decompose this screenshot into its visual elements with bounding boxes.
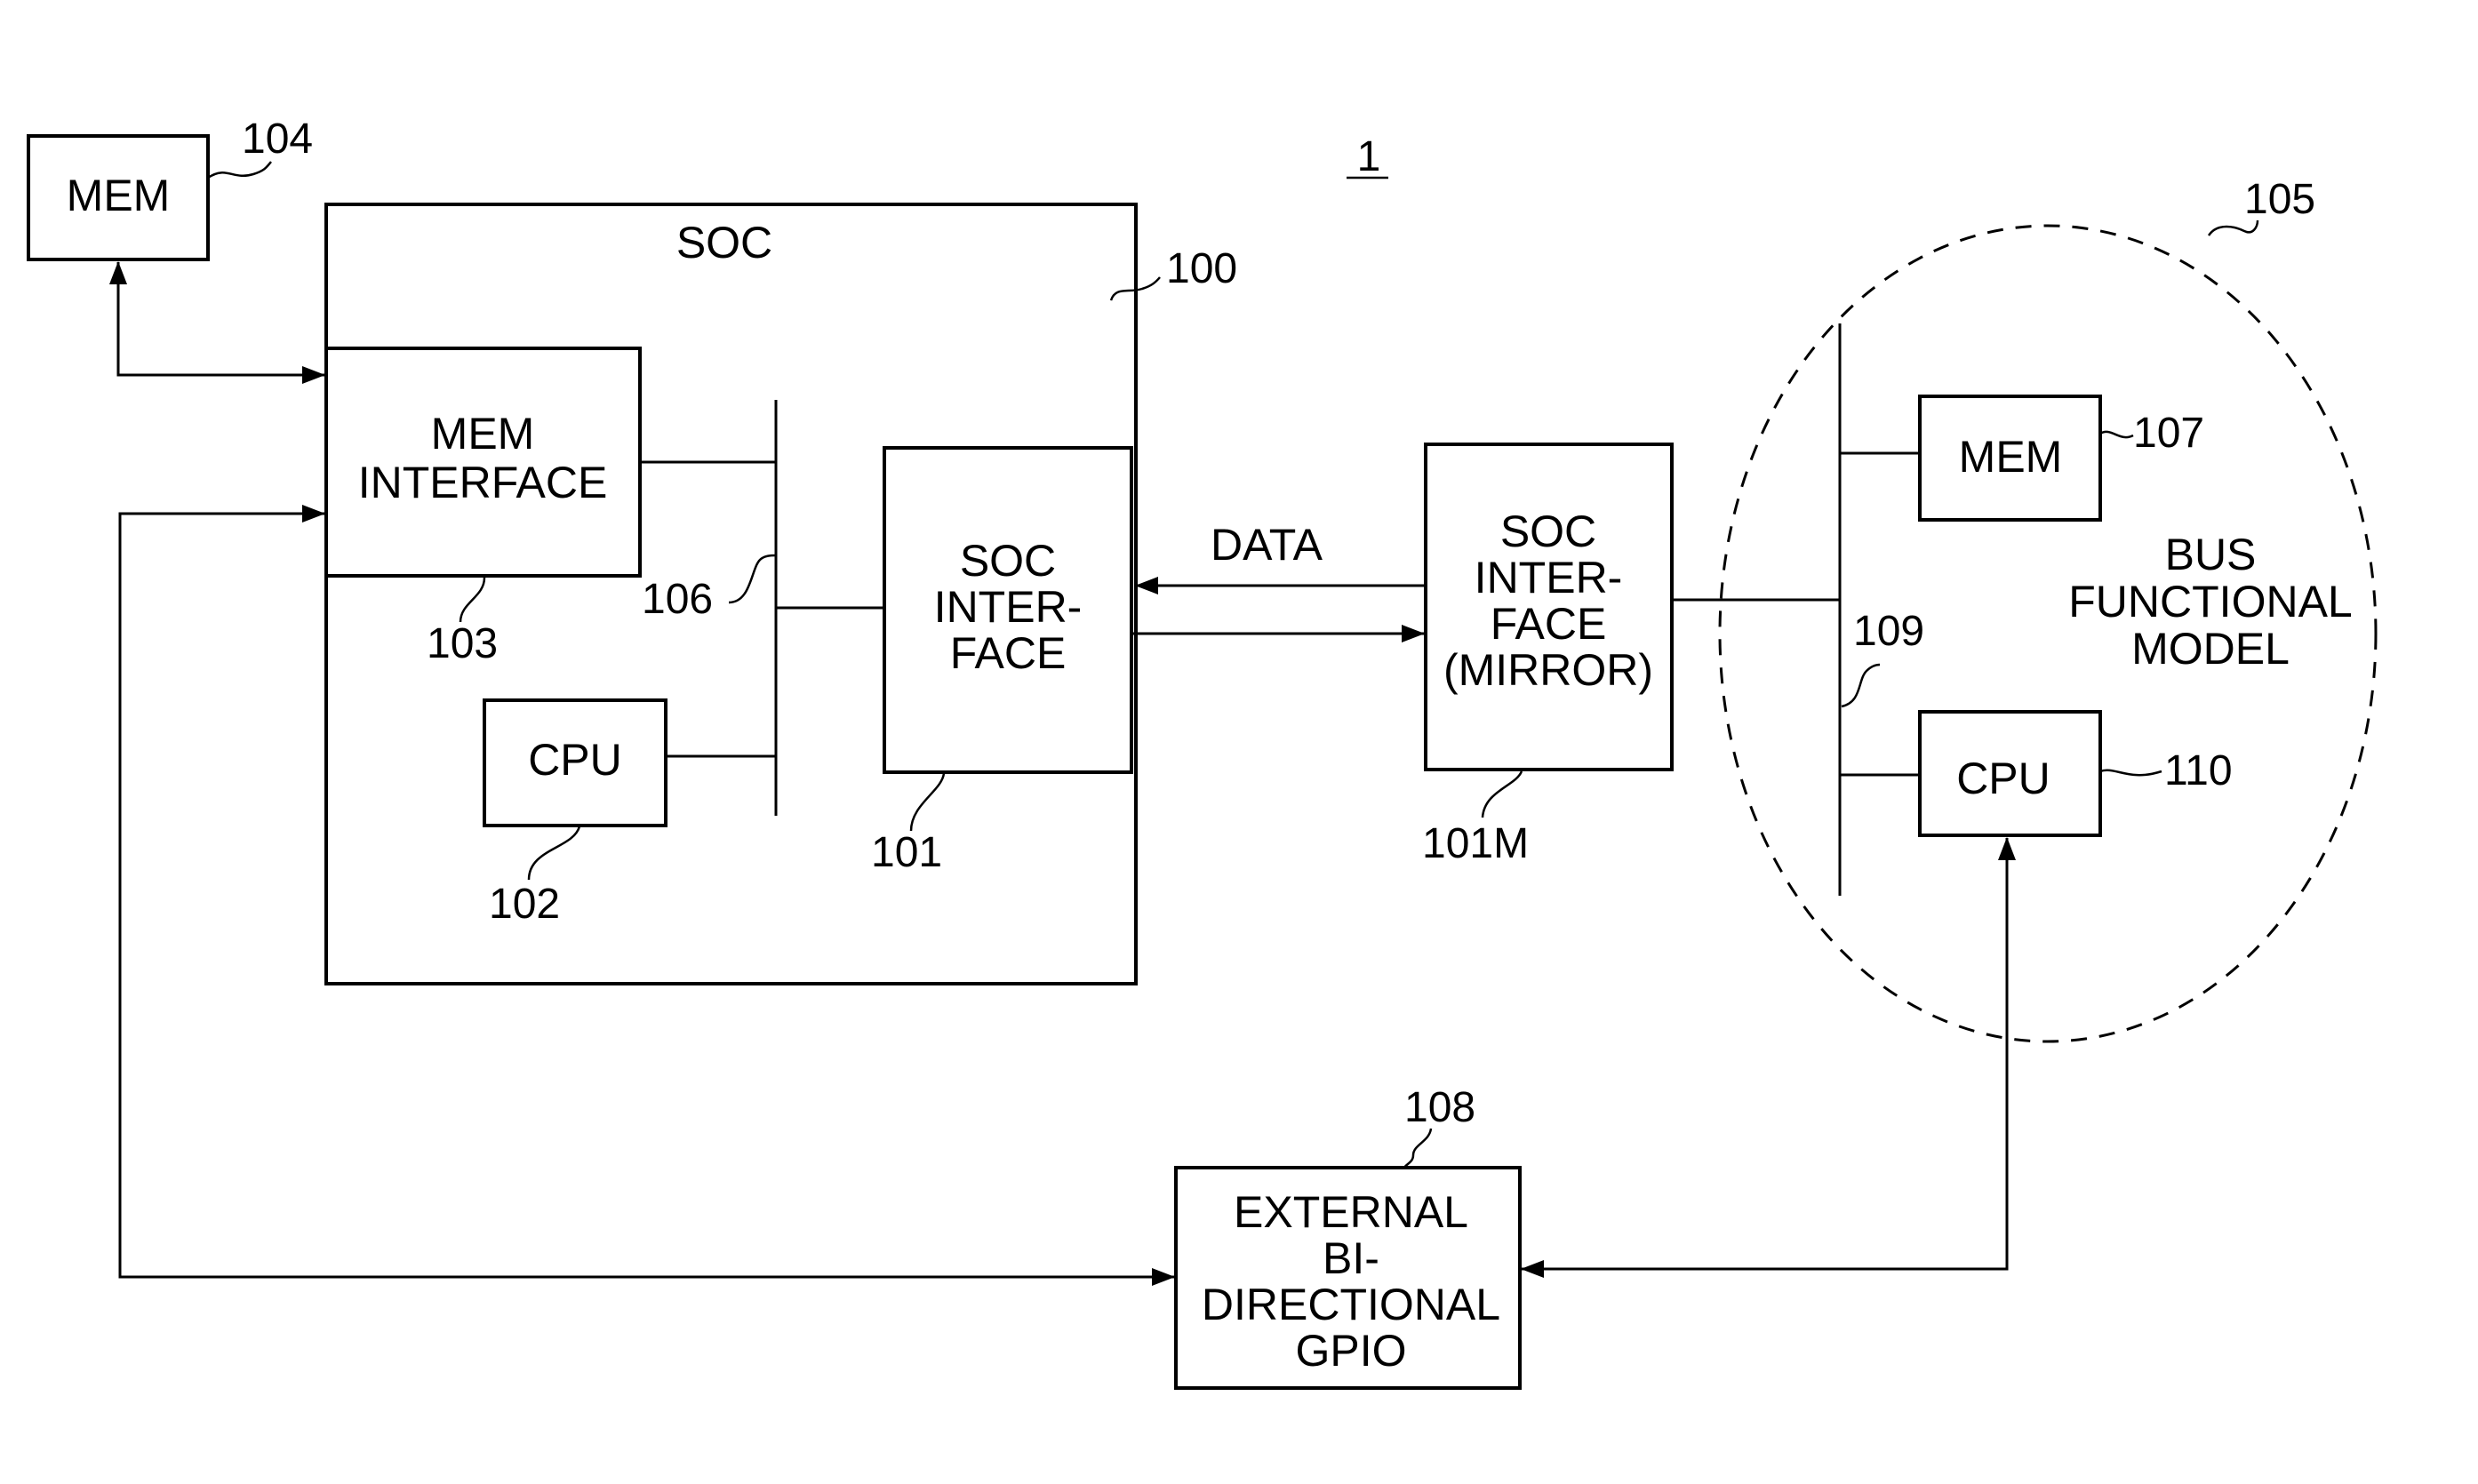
external-mem-label: MEM xyxy=(67,171,171,220)
figure-number: 1 xyxy=(1357,133,1381,180)
bfm-label-2: FUNCTIONAL xyxy=(2068,577,2352,626)
external-mem-block: MEM xyxy=(27,134,210,261)
gpio-label-1: EXTERNAL xyxy=(1234,1187,1468,1237)
ref-106: 106 xyxy=(642,576,713,623)
block-diagram: 1 MEM 104 SOC 100 MEM INTERFACE 103 CPU … xyxy=(27,116,2378,1390)
leader-101m xyxy=(1481,770,1523,818)
leader-107 xyxy=(2099,430,2134,439)
data-label: DATA xyxy=(1211,520,1323,570)
leader-108 xyxy=(1403,1128,1433,1169)
soc-cpu-block: CPU xyxy=(483,698,667,827)
ref-101: 101 xyxy=(871,829,942,876)
ref-107: 107 xyxy=(2133,410,2204,457)
leader-104 xyxy=(207,161,272,180)
bfm-label-3: MODEL xyxy=(2131,624,2290,674)
mem-to-mem-interface-arrow xyxy=(116,262,325,384)
gpio-label-3: DIRECTIONAL xyxy=(1202,1280,1500,1329)
ref-104: 104 xyxy=(242,116,313,163)
mirror-label-4: (MIRROR) xyxy=(1443,645,1653,695)
bfm-label-1: BUS xyxy=(2165,530,2257,579)
soc-label: SOC xyxy=(676,218,772,267)
ref-103: 103 xyxy=(427,620,498,667)
mem-interface-label-2: INTERFACE xyxy=(358,458,608,507)
leader-110 xyxy=(2099,769,2162,777)
mirror-label-3: FACE xyxy=(1491,599,1607,649)
ref-102: 102 xyxy=(489,881,560,928)
gpio-label-2: BI- xyxy=(1323,1233,1379,1283)
ref-100: 100 xyxy=(1166,245,1237,292)
ref-101m: 101M xyxy=(1422,820,1529,867)
mirror-label-2: INTER- xyxy=(1475,553,1623,602)
bfm-cpu-block: CPU xyxy=(1918,710,2102,837)
gpio-to-bfm-cpu-arrow xyxy=(1522,837,2016,1271)
mirror-label-1: SOC xyxy=(1500,507,1596,556)
gpio-block: EXTERNAL BI- DIRECTIONAL GPIO xyxy=(1174,1166,1522,1390)
ref-108: 108 xyxy=(1404,1084,1475,1131)
soc-cpu-label: CPU xyxy=(528,735,622,785)
bfm-mem-block: MEM xyxy=(1918,395,2102,522)
mem-interface-label-1: MEM xyxy=(431,409,535,459)
leader-109 xyxy=(1841,663,1881,708)
soc-interface-block: SOC INTER- FACE xyxy=(883,446,1133,774)
soc-interface-label-3: FACE xyxy=(950,628,1067,678)
ref-109: 109 xyxy=(1853,608,1924,655)
soc-interface-mirror-block: SOC INTER- FACE (MIRROR) xyxy=(1424,443,1674,771)
bfm-cpu-label: CPU xyxy=(1956,754,2050,803)
gpio-label-4: GPIO xyxy=(1295,1326,1406,1376)
soc-interface-label-2: INTER- xyxy=(934,582,1083,632)
ref-110: 110 xyxy=(2164,747,2233,794)
ref-105: 105 xyxy=(2244,176,2315,223)
mem-interface-block: MEM INTERFACE xyxy=(324,347,642,578)
bfm-mem-label: MEM xyxy=(1959,432,2063,482)
soc-interface-label-1: SOC xyxy=(960,536,1056,586)
